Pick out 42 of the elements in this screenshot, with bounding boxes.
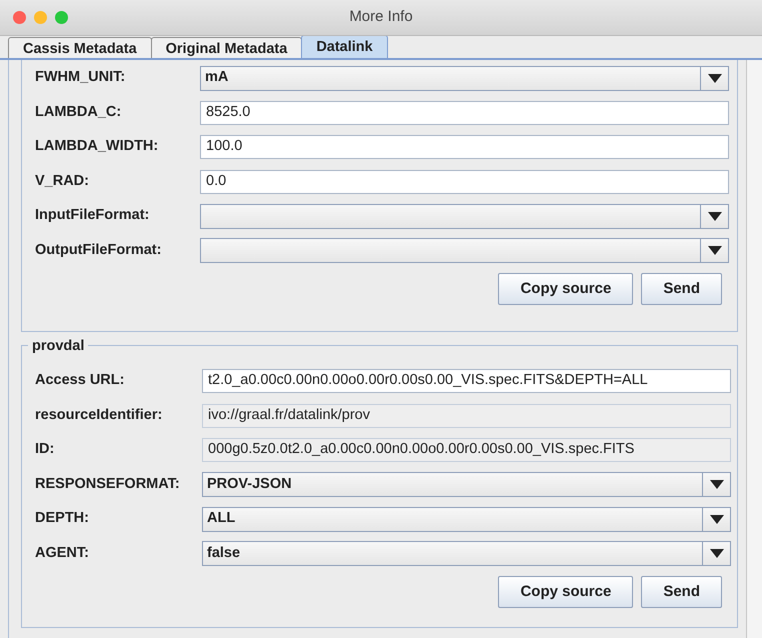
copy-button[interactable]: Copy source — [498, 576, 634, 608]
dropdown-arrow-icon — [708, 74, 722, 83]
field-label: Access URL: — [34, 371, 126, 390]
dropdown-arrow-icon — [710, 549, 724, 558]
field-label: resourceIdentifier: — [34, 406, 164, 425]
input-field[interactable]: ivo://graal.fr/datalink/prov — [202, 404, 731, 428]
tab[interactable]: Cassis Metadata — [8, 37, 152, 58]
tab[interactable]: Datalink — [301, 35, 388, 58]
field-label: LAMBDA_WIDTH: — [34, 137, 160, 156]
scrollbar[interactable] — [746, 60, 762, 638]
field-label: ID: — [34, 440, 56, 460]
dropdown[interactable]: PROV-JSON — [202, 472, 731, 498]
close-icon[interactable] — [13, 11, 26, 24]
zoom-icon[interactable] — [55, 11, 68, 24]
tab[interactable]: Original Metadata — [150, 37, 302, 58]
dropdown[interactable]: ALL — [202, 506, 731, 532]
minimize-icon[interactable] — [34, 11, 47, 24]
field-label: OutputFileFormat: — [34, 240, 162, 260]
dropdown[interactable]: false — [202, 541, 731, 566]
dropdown-arrow-icon — [710, 480, 724, 490]
input-field[interactable]: 0.0 — [200, 170, 729, 194]
field-label: LAMBDA_C: — [34, 102, 122, 122]
input-field[interactable]: t2.0_a0.00c0.00n0.00o0.00r0.00s0.00_VIS.spec.FITS&DEPTH=ALL — [202, 369, 731, 394]
field-label: RESPONSEFORMAT: — [34, 474, 181, 494]
input-field[interactable]: 8525.0 — [200, 100, 729, 125]
dropdown[interactable]: mA — [200, 66, 729, 91]
send-button[interactable]: Send — [641, 576, 722, 608]
field-label: FWHM_UNIT: — [34, 68, 126, 88]
field-label: InputFileFormat: — [34, 206, 150, 226]
dropdown[interactable] — [200, 238, 729, 264]
dropdown-arrow-icon — [708, 212, 722, 221]
send-button[interactable]: Send — [641, 273, 722, 305]
input-field[interactable]: 000g0.5z0.0t2.0_a0.00c0.00n0.00o0.00r0.00s0.00_VIS.spec.FITS — [202, 438, 731, 462]
field-label: AGENT: — [34, 544, 90, 563]
dropdown-arrow-icon — [710, 514, 724, 524]
window-title: More Info — [349, 7, 413, 28]
copy-button[interactable]: Copy source — [498, 273, 634, 305]
dropdown[interactable] — [200, 204, 729, 229]
field-label: DEPTH: — [34, 509, 90, 528]
input-field[interactable]: 100.0 — [200, 135, 729, 160]
dropdown-arrow-icon — [708, 246, 722, 256]
field-label: V_RAD: — [34, 172, 90, 191]
